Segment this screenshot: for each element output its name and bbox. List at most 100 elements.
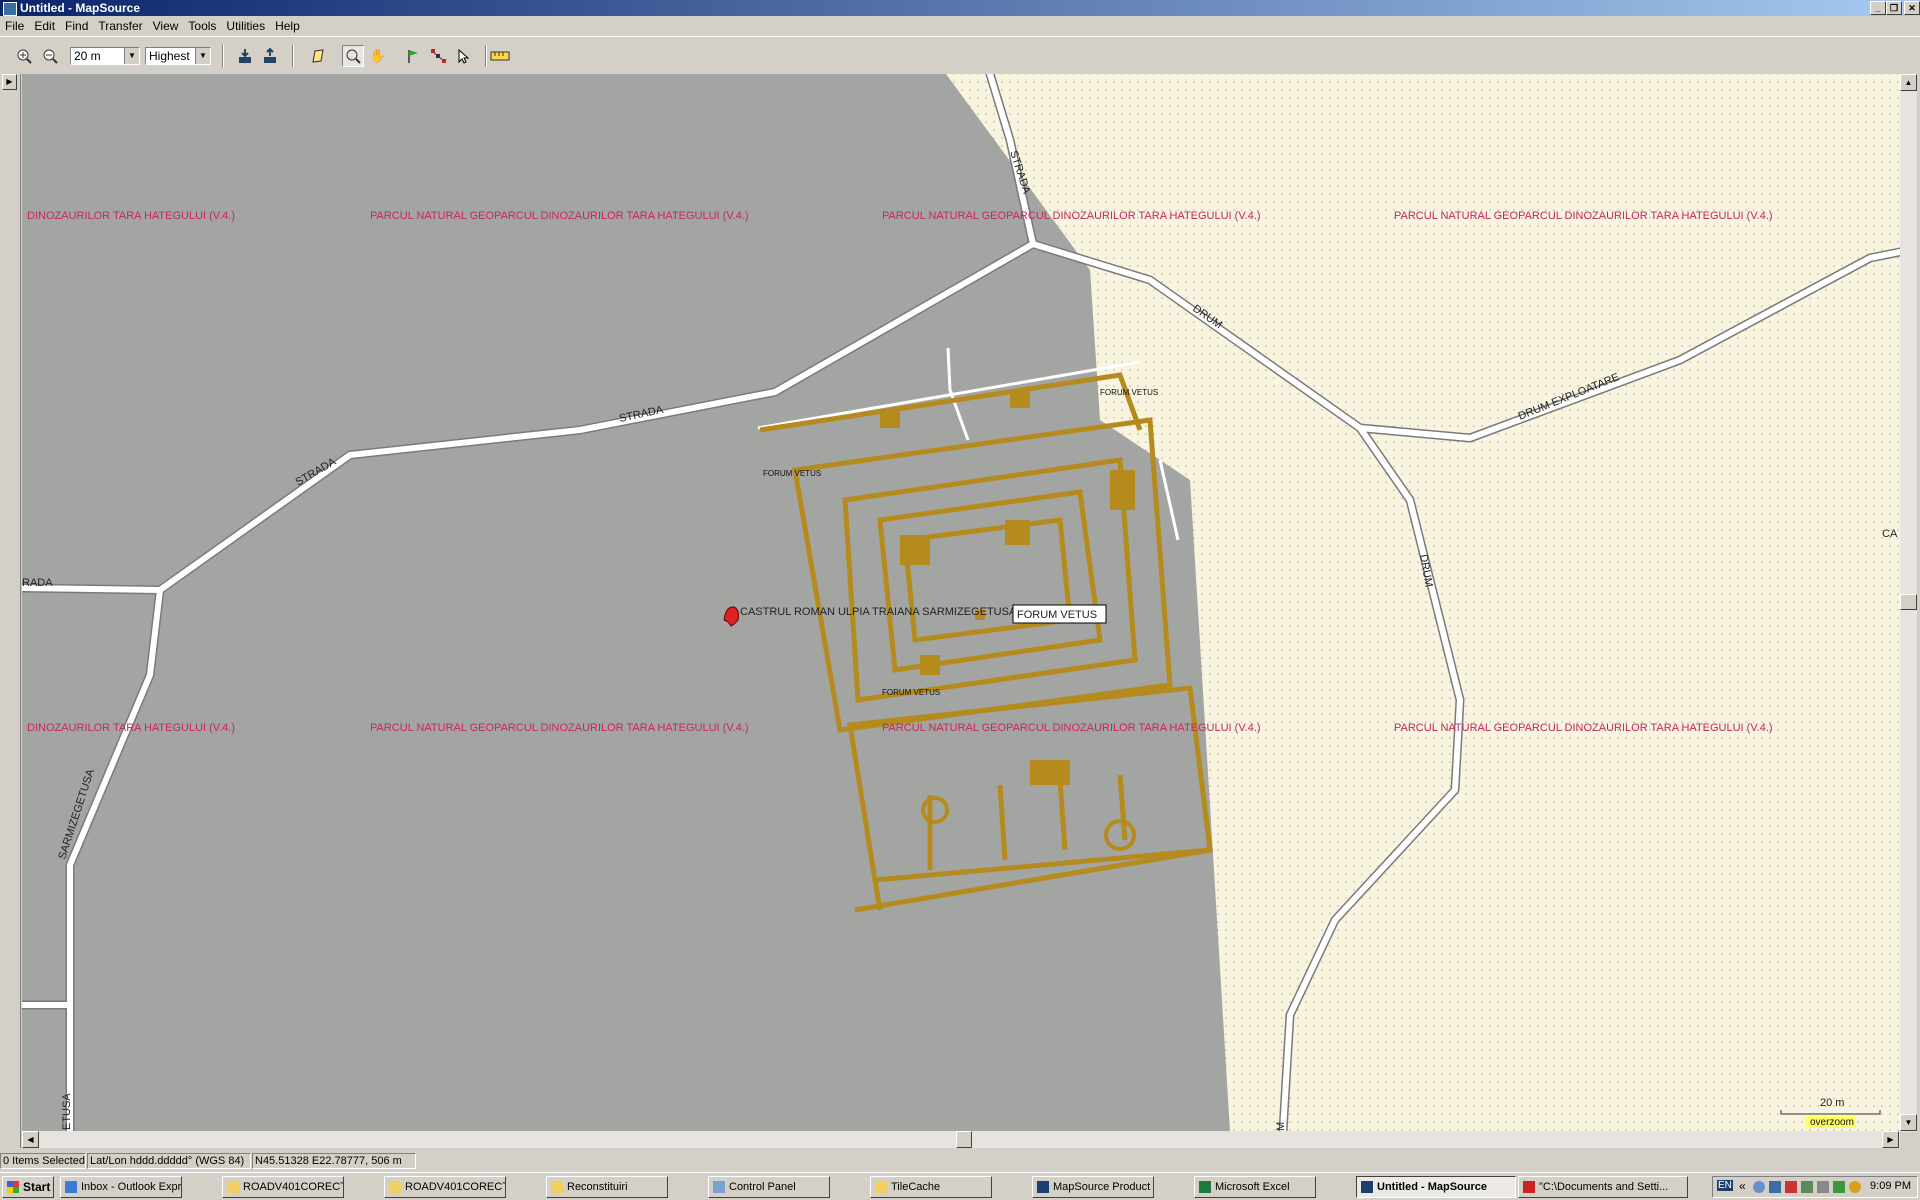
zoom-out-icon[interactable] bbox=[39, 45, 61, 67]
taskbar-item-mapsource-product[interactable]: MapSource Product Crea... bbox=[1032, 1176, 1154, 1198]
menu-help[interactable]: Help bbox=[270, 16, 305, 36]
taskbar-item-tilecache[interactable]: TileCache bbox=[870, 1176, 992, 1198]
tray-expand-icon[interactable]: « bbox=[1739, 1179, 1746, 1193]
selection-tool-icon[interactable] bbox=[452, 45, 474, 67]
folder-icon bbox=[875, 1181, 887, 1193]
horizontal-scrollbar[interactable]: ◀ ▶ bbox=[22, 1131, 1900, 1148]
park-label: PARCUL NATURAL GEOPARCUL DINOZAURILOR TA… bbox=[882, 210, 1261, 222]
taskbar-item-control-panel[interactable]: Control Panel bbox=[708, 1176, 830, 1198]
building-label: FORUM VETUS bbox=[763, 469, 821, 478]
horizontal-scroll-thumb[interactable] bbox=[956, 1131, 972, 1148]
taskbar-item-label: Microsoft Excel bbox=[1215, 1181, 1290, 1193]
status-bar: 0 Items Selected Lat/Lon hddd.ddddd° (WG… bbox=[0, 1150, 1920, 1172]
taskbar-item-label: "C:\Documents and Setti... bbox=[1539, 1181, 1669, 1193]
scroll-right-icon[interactable]: ▶ bbox=[1882, 1131, 1899, 1148]
start-button[interactable]: Start bbox=[2, 1176, 54, 1198]
command-icon bbox=[1523, 1181, 1535, 1193]
folder-icon bbox=[551, 1181, 563, 1193]
taskbar-item-label: Reconstituiri bbox=[567, 1181, 628, 1193]
tray-search-icon[interactable] bbox=[1753, 1181, 1765, 1193]
menu-edit[interactable]: Edit bbox=[29, 16, 60, 36]
send-to-device-icon[interactable] bbox=[259, 45, 281, 67]
scroll-up-icon[interactable]: ▲ bbox=[1900, 74, 1917, 91]
building-label: FORUM VETUS bbox=[882, 688, 940, 697]
start-label: Start bbox=[23, 1180, 51, 1194]
excel-icon bbox=[1199, 1181, 1211, 1193]
taskbar-item-label: Untitled - MapSource bbox=[1377, 1181, 1488, 1193]
zoom-level-select[interactable]: 20 m ▼ bbox=[70, 47, 140, 65]
menu-find[interactable]: Find bbox=[60, 16, 93, 36]
tray-network-icon[interactable] bbox=[1769, 1181, 1781, 1193]
toolbar-separator bbox=[292, 45, 294, 67]
menu-transfer[interactable]: Transfer bbox=[93, 16, 147, 36]
map-canvas[interactable]: DINOZAURILOR TARA HATEGULUI (V.4.) PARCU… bbox=[22, 74, 1900, 1131]
system-tray: EN « 9:09 PM bbox=[1712, 1176, 1918, 1198]
side-panel-strip: ▶ bbox=[0, 74, 21, 1148]
close-button[interactable]: ✕ bbox=[1904, 1, 1920, 15]
taskbar-item-label: TileCache bbox=[891, 1181, 941, 1193]
tray-clock[interactable]: 9:09 PM bbox=[1870, 1180, 1911, 1192]
folder-icon bbox=[227, 1181, 239, 1193]
taskbar-item-outlook[interactable]: Inbox - Outlook Express bbox=[60, 1176, 182, 1198]
taskbar-item-excel[interactable]: Microsoft Excel bbox=[1194, 1176, 1316, 1198]
windows-flag-icon bbox=[7, 1181, 19, 1193]
taskbar-item-roadv401corect[interactable]: ROADV401CORECT bbox=[384, 1176, 506, 1198]
park-label: PARCUL NATURAL GEOPARCUL DINOZAURILOR TA… bbox=[370, 722, 749, 734]
taskbar: Start Inbox - Outlook Express ROADV401CO… bbox=[0, 1172, 1920, 1200]
map-tooltip-text: FORUM VETUS bbox=[1017, 609, 1097, 621]
zoom-in-icon[interactable] bbox=[13, 45, 35, 67]
scroll-down-icon[interactable]: ▼ bbox=[1900, 1114, 1917, 1131]
expand-panel-button[interactable]: ▶ bbox=[2, 74, 17, 90]
detail-level-select[interactable]: Highest ▼ bbox=[145, 47, 211, 65]
status-selected: 0 Items Selected bbox=[0, 1153, 86, 1169]
park-label: PARCUL NATURAL GEOPARCUL DINOZAURILOR TA… bbox=[882, 722, 1261, 734]
taskbar-item-mapsource[interactable]: Untitled - MapSource bbox=[1356, 1176, 1516, 1198]
menu-bar: File Edit Find Transfer View Tools Utilities He… bbox=[0, 16, 1920, 36]
road-label-etusa: ETUSA bbox=[61, 1093, 73, 1130]
vertical-scroll-thumb[interactable] bbox=[1900, 594, 1917, 610]
pan-tool-icon[interactable]: ✋ bbox=[367, 45, 389, 67]
vertical-scrollbar[interactable]: ▲ ▼ bbox=[1900, 74, 1917, 1132]
park-label: PARCUL NATURAL GEOPARCUL DINOZAURILOR TA… bbox=[370, 210, 749, 222]
folder-icon bbox=[389, 1181, 401, 1193]
overzoom-label: overzoom bbox=[1810, 1117, 1854, 1128]
menu-tools[interactable]: Tools bbox=[183, 16, 221, 36]
zoom-tool-icon[interactable] bbox=[342, 45, 364, 67]
city-area bbox=[22, 74, 1230, 1131]
waypoint-tool-icon[interactable] bbox=[402, 45, 424, 67]
chevron-down-icon: ▼ bbox=[195, 48, 210, 64]
park-label: DINOZAURILOR TARA HATEGULUI (V.4.) bbox=[27, 210, 235, 222]
tray-wireless-icon[interactable] bbox=[1849, 1181, 1861, 1193]
road-label-strada-partial: RADA bbox=[22, 577, 53, 589]
road-label-edge: CA bbox=[1882, 528, 1898, 540]
taskbar-item-roadv401corect[interactable]: ROADV401CORECT bbox=[222, 1176, 344, 1198]
scale-label: 20 m bbox=[1820, 1097, 1844, 1109]
map-tool-icon[interactable] bbox=[307, 45, 329, 67]
taskbar-item-reconstituiri[interactable]: Reconstituiri bbox=[546, 1176, 668, 1198]
taskbar-item-command[interactable]: "C:\Documents and Setti... bbox=[1518, 1176, 1688, 1198]
menu-file[interactable]: File bbox=[0, 16, 29, 36]
mapsource-icon bbox=[1361, 1181, 1373, 1193]
scroll-left-icon[interactable]: ◀ bbox=[22, 1131, 39, 1148]
receive-from-device-icon[interactable] bbox=[234, 45, 256, 67]
tray-safely-remove-icon[interactable] bbox=[1833, 1181, 1845, 1193]
poi-label: CASTRUL ROMAN ULPIA TRAIANA SARMIZEGETUS… bbox=[740, 606, 1017, 618]
menu-utilities[interactable]: Utilities bbox=[221, 16, 270, 36]
measure-tool-icon[interactable] bbox=[487, 45, 513, 67]
zoom-level-value: 20 m bbox=[74, 49, 101, 63]
menu-view[interactable]: View bbox=[148, 16, 184, 36]
taskbar-item-label: Inbox - Outlook Express bbox=[81, 1181, 182, 1193]
language-indicator[interactable]: EN bbox=[1717, 1180, 1733, 1191]
route-tool-icon[interactable] bbox=[427, 45, 449, 67]
restore-button[interactable]: ❐ bbox=[1886, 1, 1902, 15]
tray-app-icon[interactable] bbox=[1801, 1181, 1813, 1193]
minimize-button[interactable]: _ bbox=[1870, 1, 1886, 15]
mapsource-icon bbox=[3, 2, 17, 16]
outlook-icon bbox=[65, 1181, 77, 1193]
tray-antivirus-icon[interactable] bbox=[1785, 1181, 1797, 1193]
status-coord-format: Lat/Lon hddd.ddddd° (WGS 84) bbox=[87, 1153, 251, 1169]
tray-volume-icon[interactable] bbox=[1817, 1181, 1829, 1193]
title-bar: Untitled - MapSource _ ❐ ✕ bbox=[0, 0, 1920, 16]
toolbar: 20 m ▼ Highest ▼ ✋ bbox=[0, 36, 1920, 76]
control-panel-icon bbox=[713, 1181, 725, 1193]
